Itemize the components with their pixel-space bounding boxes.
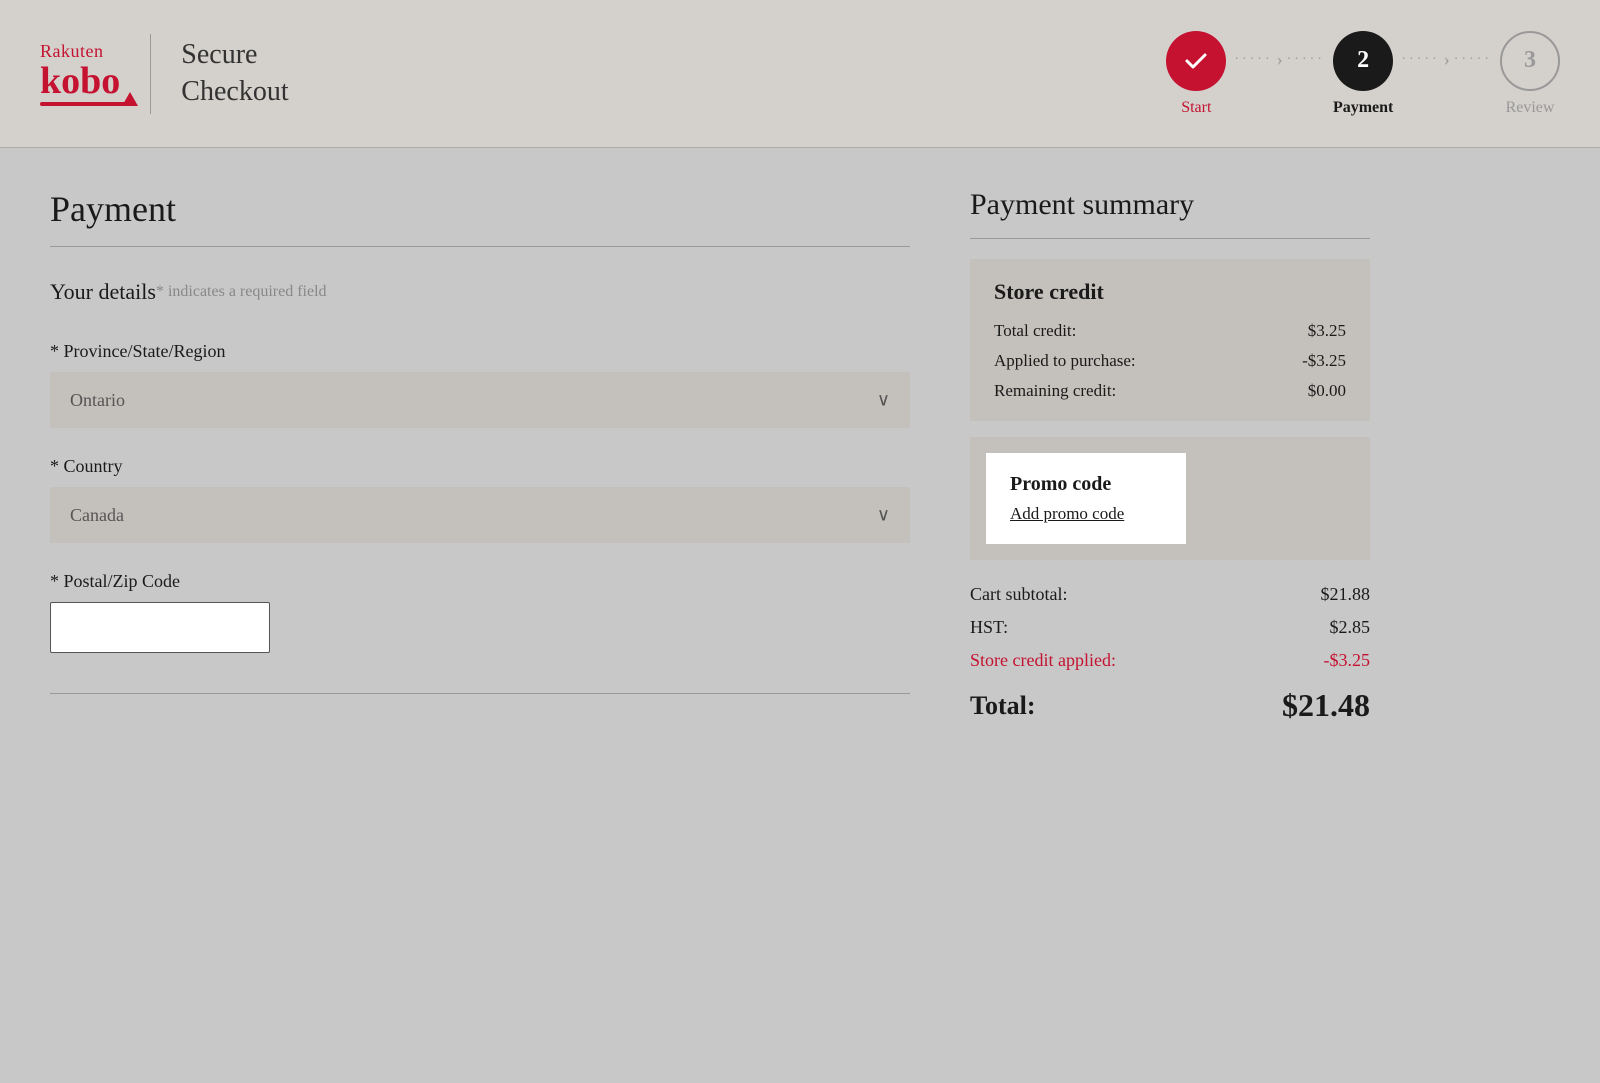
promo-code-title: Promo code [1010,473,1162,496]
credit-total-value: $3.25 [1308,321,1346,341]
country-label-text: * Country [50,456,123,476]
form-bottom-divider [50,693,910,694]
province-field: * Province/State/Region Ontario British … [50,341,910,428]
store-credit-applied-value: -$3.25 [1324,650,1371,671]
summary-title: Payment summary [970,188,1370,222]
summary-rows: Cart subtotal: $21.88 HST: $2.85 Store c… [970,584,1370,671]
store-credit-applied-row: Store credit applied: -$3.25 [970,650,1370,671]
cart-subtotal-value: $21.88 [1321,584,1371,605]
step-label-review: Review [1506,99,1555,117]
province-select-wrapper[interactable]: Ontario British Columbia Quebec Alberta … [50,372,910,428]
postal-code-input[interactable] [50,602,270,653]
province-label-text: * Province/State/Region [50,341,225,361]
payment-title: Payment [50,188,910,230]
required-note: * indicates a required field [156,283,327,301]
cart-subtotal-row: Cart subtotal: $21.88 [970,584,1370,605]
promo-wrapper: Promo code Add promo code [970,437,1370,560]
rakuten-text: Rakuten [40,41,104,62]
country-select-wrapper[interactable]: Canada United States United Kingdom ∨ [50,487,910,543]
step-circle-start [1166,31,1226,91]
credit-remaining-value: $0.00 [1308,381,1346,401]
connector-1: ····· › ····· [1234,49,1325,98]
connector-2: ····· › ····· [1401,49,1492,98]
credit-row-total: Total credit: $3.25 [994,321,1346,341]
promo-code-box: Promo code Add promo code [986,453,1186,544]
hst-row: HST: $2.85 [970,617,1370,638]
secure-checkout-title: SecureCheckout [181,37,288,110]
kobo-text: kobo [40,62,120,100]
your-details-label: Your details [50,279,156,305]
cart-subtotal-label: Cart subtotal: [970,584,1068,605]
step-label-start: Start [1181,99,1211,117]
step-number-payment: 2 [1357,47,1369,74]
total-label: Total: [970,691,1036,721]
postal-code-label-text: * Postal/Zip Code [50,571,180,591]
total-row: Total: $21.48 [970,687,1370,724]
province-label: * Province/State/Region [50,341,910,362]
hst-label: HST: [970,617,1008,638]
logo-area: Rakuten kobo [40,41,120,106]
credit-total-label: Total credit: [994,321,1076,341]
details-header: Your details * indicates a required fiel… [50,279,910,313]
credit-row-applied: Applied to purchase: -$3.25 [994,351,1346,371]
step-label-payment: Payment [1333,99,1393,117]
total-value: $21.48 [1282,687,1370,724]
country-label: * Country [50,456,910,477]
add-promo-code-link[interactable]: Add promo code [1010,504,1124,523]
rakuten-kobo-logo: Rakuten kobo [40,41,120,106]
logo-underline [40,102,128,106]
step-circle-review: 3 [1500,31,1560,91]
store-credit-box: Store credit Total credit: $3.25 Applied… [970,259,1370,421]
step-number-review: 3 [1524,47,1536,74]
credit-applied-label: Applied to purchase: [994,351,1136,371]
step-circle-payment: 2 [1333,31,1393,91]
step-review: 3 Review [1500,31,1560,117]
province-select[interactable]: Ontario British Columbia Quebec Alberta [50,372,910,428]
main-content: Payment Your details * indicates a requi… [0,148,1600,1083]
store-credit-title: Store credit [994,279,1346,305]
step-payment: 2 Payment [1333,31,1393,117]
step-start: Start [1166,31,1226,117]
summary-section: Payment summary Store credit Total credi… [970,188,1370,1043]
postal-code-field: * Postal/Zip Code [50,571,910,653]
store-credit-applied-label: Store credit applied: [970,650,1116,671]
header: Rakuten kobo SecureCheckout Start ····· … [0,0,1600,148]
payment-section: Payment Your details * indicates a requi… [50,188,910,1043]
postal-code-label: * Postal/Zip Code [50,571,910,592]
credit-row-remaining: Remaining credit: $0.00 [994,381,1346,401]
country-field: * Country Canada United States United Ki… [50,456,910,543]
credit-remaining-label: Remaining credit: [994,381,1116,401]
payment-divider [50,246,910,247]
credit-applied-value: -$3.25 [1302,351,1346,371]
hst-value: $2.85 [1330,617,1371,638]
header-divider [150,34,151,114]
country-select[interactable]: Canada United States United Kingdom [50,487,910,543]
checkout-steps: Start ····· › ····· 2 Payment ····· › ··… [1166,31,1560,117]
summary-divider [970,238,1370,239]
